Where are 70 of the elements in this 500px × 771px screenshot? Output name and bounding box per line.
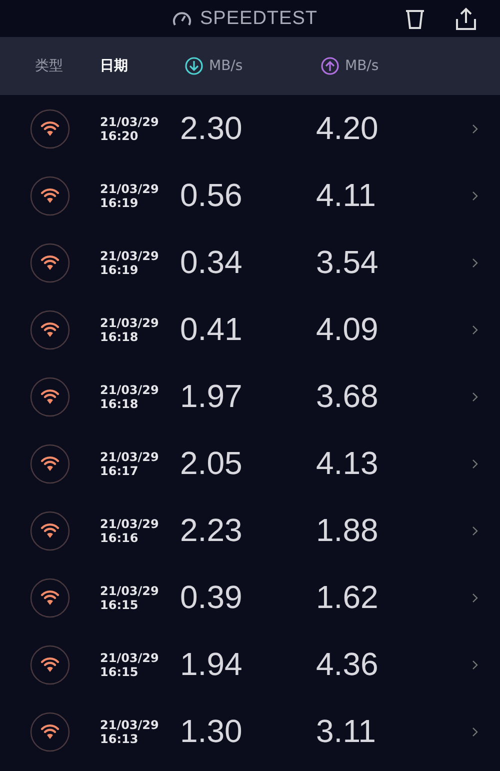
wifi-icon [30, 310, 70, 350]
column-header[interactable]: 类型 [35, 57, 63, 75]
app-title: SPEEDTEST [200, 8, 318, 30]
test-date: 21/03/29 [100, 182, 160, 196]
chevron-icon[interactable] [472, 458, 478, 468]
test-date: 21/03/29 [100, 650, 160, 664]
test-time: 16:17 [100, 464, 140, 478]
upload-speed: 3.54 [316, 244, 380, 281]
download-speed: 2.05 [180, 445, 244, 482]
download-speed: 2.23 [180, 512, 244, 549]
test-date: 21/03/29 [100, 248, 160, 262]
test-date: 21/03/29 [100, 114, 160, 128]
wifi-icon [30, 176, 70, 216]
download-speed: 1.97 [180, 378, 244, 415]
test-time: 16:15 [100, 598, 140, 612]
wifi-icon [30, 108, 70, 148]
upload-speed: 3.68 [316, 378, 380, 415]
test-time: 16:16 [100, 530, 140, 544]
chevron-icon[interactable] [472, 190, 478, 200]
download-speed: 2.30 [180, 110, 244, 147]
download-speed: 0.41 [180, 311, 244, 348]
wifi-icon [30, 444, 70, 484]
download-speed: 0.56 [180, 177, 244, 214]
test-time: 16:15 [100, 664, 140, 678]
gauge-icon [172, 10, 192, 26]
wifi-icon [30, 712, 70, 752]
download-speed: 0.34 [180, 244, 244, 281]
test-date: 21/03/29 [100, 450, 160, 464]
test-time: 16:13 [100, 732, 140, 746]
chevron-icon[interactable] [472, 526, 478, 536]
test-time: 16:18 [100, 396, 140, 410]
upload-speed: 4.09 [316, 311, 380, 348]
upload-speed: 4.20 [316, 110, 380, 147]
upload-speed: 1.62 [316, 579, 380, 616]
chevron-icon[interactable] [472, 660, 478, 670]
chevron-icon[interactable] [472, 258, 478, 268]
chevron-icon[interactable] [472, 392, 478, 402]
test-time: 16:19 [100, 262, 140, 276]
column-header[interactable]: MB/s [345, 58, 379, 74]
test-time: 16:20 [100, 128, 140, 142]
upload-speed: 4.13 [316, 445, 380, 482]
upload-speed: 1.88 [316, 512, 380, 549]
wifi-icon [30, 644, 70, 684]
download-icon [185, 57, 203, 75]
test-date: 21/03/29 [100, 718, 160, 732]
chevron-icon[interactable] [472, 324, 478, 334]
test-date: 21/03/29 [100, 584, 160, 598]
download-speed: 1.94 [180, 646, 244, 683]
upload-speed: 3.11 [316, 713, 377, 750]
column-header[interactable]: 日期 [100, 57, 128, 75]
upload-speed: 4.11 [316, 177, 377, 214]
test-time: 16:18 [100, 330, 140, 344]
wifi-icon [30, 242, 70, 282]
wifi-icon [30, 376, 70, 416]
chevron-icon[interactable] [472, 592, 478, 602]
chevron-icon[interactable] [472, 726, 478, 736]
download-speed: 0.39 [180, 579, 244, 616]
upload-speed: 4.36 [316, 646, 380, 683]
download-speed: 1.30 [180, 713, 244, 750]
test-time: 16:19 [100, 196, 140, 210]
test-date: 21/03/29 [100, 382, 160, 396]
wifi-icon [30, 510, 70, 550]
chevron-icon[interactable] [472, 124, 478, 134]
trash-icon[interactable] [405, 8, 426, 30]
share-icon[interactable] [455, 6, 478, 30]
upload-icon [321, 57, 339, 75]
column-header[interactable]: MB/s [209, 58, 243, 74]
test-date: 21/03/29 [100, 316, 160, 330]
test-date: 21/03/29 [100, 516, 160, 530]
wifi-icon [30, 578, 70, 618]
